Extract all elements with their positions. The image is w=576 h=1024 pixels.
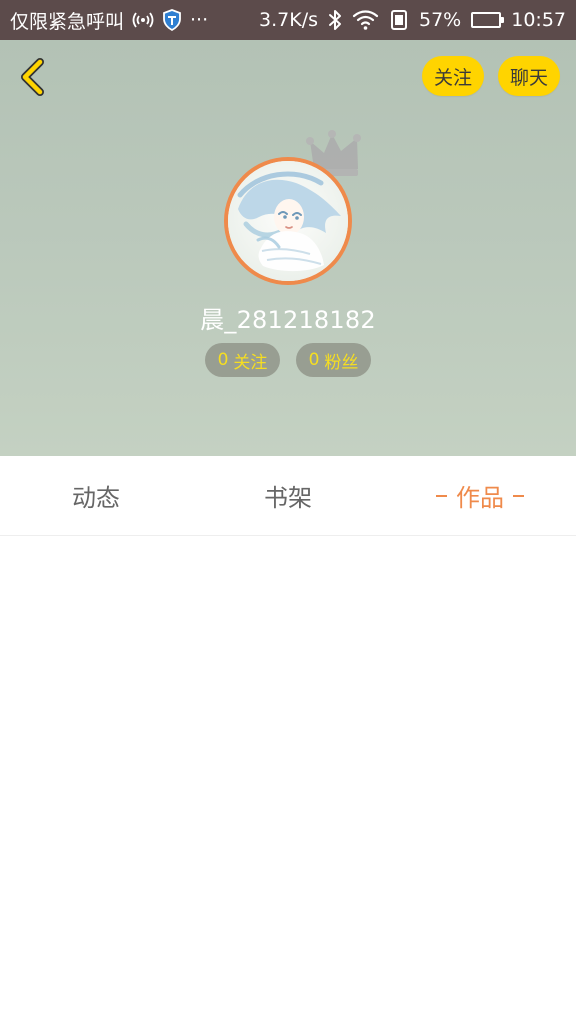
avatar[interactable]: [224, 157, 352, 285]
fans-label: 粉丝: [324, 352, 359, 373]
profile-top-actions: 关注 聊天: [421, 56, 560, 96]
network-speed: 3.7K/s: [259, 9, 318, 31]
chat-button[interactable]: 聊天: [497, 56, 560, 96]
carrier-text: 仅限紧急呼叫: [10, 10, 125, 33]
signal-antenna-icon: [132, 11, 154, 29]
follow-button[interactable]: 关注: [421, 56, 484, 96]
shield-icon: [162, 9, 182, 31]
bluetooth-icon: [328, 9, 342, 31]
sim-icon: [389, 9, 409, 31]
status-bar: 仅限紧急呼叫 ··· 3.7K/s 57% 10:57: [0, 0, 576, 40]
profile-tabs: 动态 书架 作品: [0, 456, 576, 536]
tab-works[interactable]: 作品: [384, 456, 576, 535]
back-button[interactable]: [12, 56, 52, 98]
following-stat[interactable]: 0 关注: [205, 343, 280, 377]
battery-percent: 57%: [419, 9, 462, 31]
battery-cap: [501, 17, 505, 23]
tab-dynamics-label: 动态: [72, 484, 120, 512]
battery-icon: [471, 12, 505, 28]
fans-count: 0: [308, 350, 320, 370]
profile-header: 关注 聊天 晨_281218182 0 关注 0 粉丝: [0, 40, 576, 456]
status-left: 仅限紧急呼叫 ···: [10, 0, 208, 40]
status-right: 3.7K/s 57% 10:57: [259, 0, 566, 40]
active-tab-left-dash: [436, 494, 447, 497]
profile-stats: 0 关注 0 粉丝: [0, 343, 576, 377]
user-profile-screen: 仅限紧急呼叫 ··· 3.7K/s 57% 10:57 关注 聊天 晨_2812…: [0, 0, 576, 1024]
wifi-icon: [352, 9, 379, 31]
tab-works-label: 作品: [456, 484, 504, 512]
username: 晨_281218182: [200, 306, 376, 334]
tab-dynamics[interactable]: 动态: [0, 456, 192, 535]
more-icon: ···: [190, 9, 209, 31]
tab-bookshelf[interactable]: 书架: [192, 456, 384, 535]
avatar-illustration: [228, 161, 348, 281]
following-label: 关注: [233, 352, 268, 373]
works-content: [0, 536, 576, 1024]
tab-bookshelf-label: 书架: [264, 484, 312, 512]
avatar-group: [224, 130, 361, 285]
clock-time: 10:57: [511, 9, 566, 31]
fans-stat[interactable]: 0 粉丝: [296, 343, 371, 377]
following-count: 0: [217, 350, 229, 370]
active-tab-right-dash: [513, 494, 524, 497]
back-arrow-icon: [21, 58, 44, 96]
